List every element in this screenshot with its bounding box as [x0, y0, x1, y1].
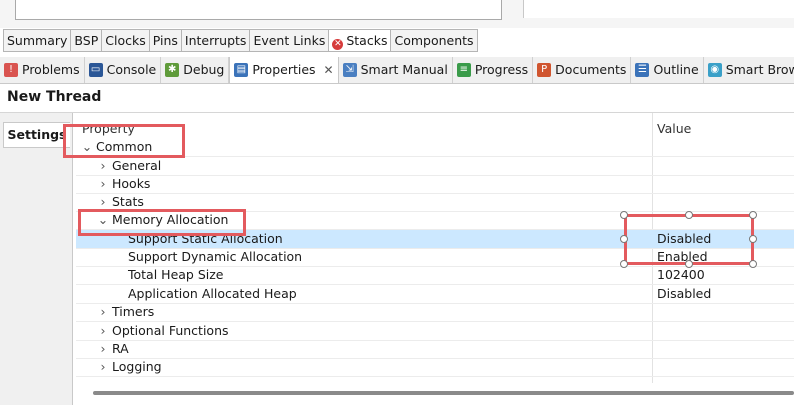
- console-icon: ▭: [88, 63, 103, 77]
- table-row-timers[interactable]: › Timers: [76, 303, 794, 322]
- resize-handle[interactable]: [620, 260, 628, 268]
- horizontal-scrollbar[interactable]: [73, 383, 794, 405]
- properties-icon: ▤: [234, 63, 249, 77]
- documents-icon: P: [537, 63, 552, 77]
- page-title: New Thread: [7, 89, 102, 105]
- tab-outline[interactable]: ☰ Outline: [631, 57, 704, 83]
- chevron-right-icon[interactable]: ›: [97, 175, 109, 193]
- tab-stacks[interactable]: ✕ Stacks: [329, 30, 392, 51]
- row-value[interactable]: 102400: [657, 266, 705, 284]
- properties-header: New Thread: [0, 84, 794, 113]
- table-row-application-allocated-heap[interactable]: Application Allocated Heap Disabled: [76, 285, 794, 304]
- chevron-right-icon[interactable]: ›: [97, 157, 109, 175]
- tab-event-links[interactable]: Event Links: [250, 30, 330, 51]
- tab-smart-manual[interactable]: ⇲ Smart Manual: [339, 57, 453, 83]
- resize-handle[interactable]: [620, 235, 628, 243]
- close-icon[interactable]: ✕: [324, 57, 334, 83]
- resize-handle[interactable]: [685, 260, 693, 268]
- row-label: RA: [112, 341, 129, 356]
- annotation-box-memory-allocation: [78, 209, 246, 236]
- resize-handle[interactable]: [749, 260, 757, 268]
- editor-content-box: [15, 0, 502, 20]
- table-row-total-heap-size[interactable]: Total Heap Size 102400: [76, 266, 794, 285]
- tab-interrupts[interactable]: Interrupts: [181, 30, 251, 51]
- progress-icon: ≡: [456, 63, 471, 77]
- error-icon: ✕: [332, 39, 344, 50]
- tab-summary[interactable]: Summary: [3, 30, 72, 51]
- tab-problems[interactable]: ! Problems: [0, 57, 85, 83]
- editor-tab-bar: Summary BSP Clocks Pins Interrupts Event…: [3, 29, 478, 52]
- resize-handle[interactable]: [749, 211, 757, 219]
- chevron-right-icon[interactable]: ›: [97, 303, 109, 321]
- annotation-box-common: [63, 124, 185, 158]
- row-label: Application Allocated Heap: [128, 286, 297, 301]
- problems-icon: !: [4, 63, 18, 77]
- resize-handle[interactable]: [749, 235, 757, 243]
- table-row-general[interactable]: › General: [76, 157, 794, 176]
- chevron-right-icon[interactable]: ›: [97, 322, 109, 340]
- tab-console[interactable]: ▭ Console: [85, 57, 162, 83]
- tab-documents[interactable]: P Documents: [533, 57, 632, 83]
- table-row-optional-functions[interactable]: › Optional Functions: [76, 322, 794, 341]
- editor-right-pane: [524, 0, 794, 18]
- tab-bsp[interactable]: BSP: [71, 30, 103, 51]
- resize-handle[interactable]: [685, 211, 693, 219]
- row-label: Logging: [112, 359, 162, 374]
- row-label: Optional Functions: [112, 323, 229, 338]
- row-label: Timers: [112, 304, 155, 319]
- smart-manual-icon: ⇲: [342, 63, 357, 77]
- table-row-hooks[interactable]: › Hooks: [76, 175, 794, 194]
- table-row-logging[interactable]: › Logging: [76, 358, 794, 377]
- view-tab-bar: ! Problems ▭ Console ✱ Debug ▤ Propertie…: [0, 57, 794, 84]
- row-label: General: [112, 158, 162, 173]
- table-row-ra[interactable]: › RA: [76, 340, 794, 359]
- editor-area: [0, 0, 794, 28]
- smart-browser-icon: ◉: [707, 63, 722, 77]
- chevron-right-icon[interactable]: ›: [97, 340, 109, 358]
- chevron-right-icon[interactable]: ›: [97, 358, 109, 376]
- tab-components[interactable]: Components: [391, 30, 478, 51]
- row-label: Hooks: [112, 176, 151, 191]
- outline-icon: ☰: [635, 63, 650, 77]
- row-label: Support Dynamic Allocation: [128, 249, 303, 264]
- scrollbar-thumb[interactable]: [93, 391, 794, 395]
- row-value[interactable]: Disabled: [657, 285, 711, 303]
- tab-debug[interactable]: ✱ Debug: [161, 57, 230, 83]
- resize-handle[interactable]: [620, 211, 628, 219]
- annotation-box-value: [624, 214, 754, 265]
- tab-properties[interactable]: ▤ Properties ✕: [229, 57, 339, 83]
- row-label: Total Heap Size: [128, 267, 224, 282]
- column-header-value[interactable]: Value: [657, 121, 691, 136]
- tab-pins[interactable]: Pins: [149, 30, 182, 51]
- debug-icon: ✱: [165, 63, 180, 77]
- tab-smart-browser[interactable]: ◉ Smart Browser: [704, 57, 794, 83]
- tab-settings[interactable]: Settings: [3, 122, 70, 148]
- tab-clocks[interactable]: Clocks: [102, 30, 150, 51]
- tab-progress[interactable]: ≡ Progress: [453, 57, 534, 83]
